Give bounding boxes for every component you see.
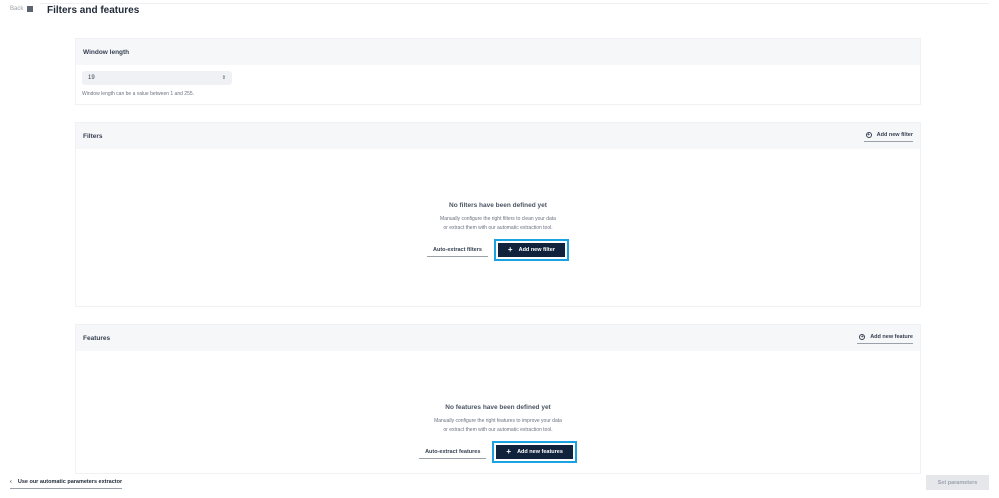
features-empty-state: No features have been defined yet Manual… [76,404,920,463]
features-header: Features + Add new feature [76,325,920,351]
updown-chevron-icon: ⇕ [221,75,226,81]
window-length-value: 19 [88,75,95,81]
back-label: Back [10,6,24,12]
add-new-features-button[interactable]: + Add new features [496,445,573,459]
chevron-left-icon: ‹ [10,479,12,485]
window-length-title: Window length [83,48,130,56]
back-link[interactable]: Back [10,6,34,12]
features-actions: Auto-extract features + Add new features [76,441,920,463]
filters-header: Filters + Add new filter [76,123,920,149]
window-length-header: Window length [76,39,920,65]
add-filter-link[interactable]: + Add new filter [863,130,913,142]
add-feature-link-label: Add new feature [870,334,913,340]
filters-empty-state: No filters have been defined yet Manuall… [76,202,920,261]
plus-icon: + [507,245,513,254]
page-title: Filters and features [47,5,140,16]
plus-icon: + [506,447,512,456]
add-new-filter-button[interactable]: + Add new filter [497,243,565,257]
features-empty-line2: or extract them with our automatic extra… [443,427,553,433]
auto-extract-filters-button[interactable]: Auto-extract filters [427,244,488,257]
window-length-select[interactable]: 19 ⇕ [82,71,232,85]
window-length-card: Window length 19 ⇕ Window length can be … [75,38,921,105]
add-feature-link[interactable]: + Add new feature [857,332,913,344]
square-icon [27,6,34,12]
filters-empty-line1: Manually configure the right filters to … [440,216,556,222]
features-title: Features [83,334,111,342]
features-empty-line1: Manually configure the right features to… [434,418,562,424]
plus-circle-icon: + [859,333,866,340]
add-features-highlight: + Add new features [492,441,577,463]
filters-card: Filters + Add new filter No filters have… [75,122,921,307]
set-parameters-button[interactable]: Set parameters [926,475,989,490]
parameters-extractor-link[interactable]: ‹ Use our automatic parameters extractor [10,479,123,489]
features-card: Features + Add new feature No features h… [75,324,921,474]
auto-extract-features-button[interactable]: Auto-extract features [419,446,487,459]
filters-title: Filters [83,132,103,140]
top-divider [40,3,989,4]
features-empty-title: No features have been defined yet [445,404,551,411]
window-length-helper: Window length can be a value between 1 a… [82,91,195,97]
add-filter-highlight: + Add new filter [493,239,569,261]
add-new-filter-label: Add new filter [518,247,555,253]
add-new-features-label: Add new features [517,449,563,455]
filters-empty-line2: or extract them with our automatic extra… [443,225,553,231]
filters-empty-title: No filters have been defined yet [449,202,547,209]
add-filter-link-label: Add new filter [876,132,913,138]
filters-actions: Auto-extract filters + Add new filter [76,239,920,261]
plus-circle-icon: + [865,131,872,138]
parameters-extractor-label: Use our automatic parameters extractor [17,479,123,485]
